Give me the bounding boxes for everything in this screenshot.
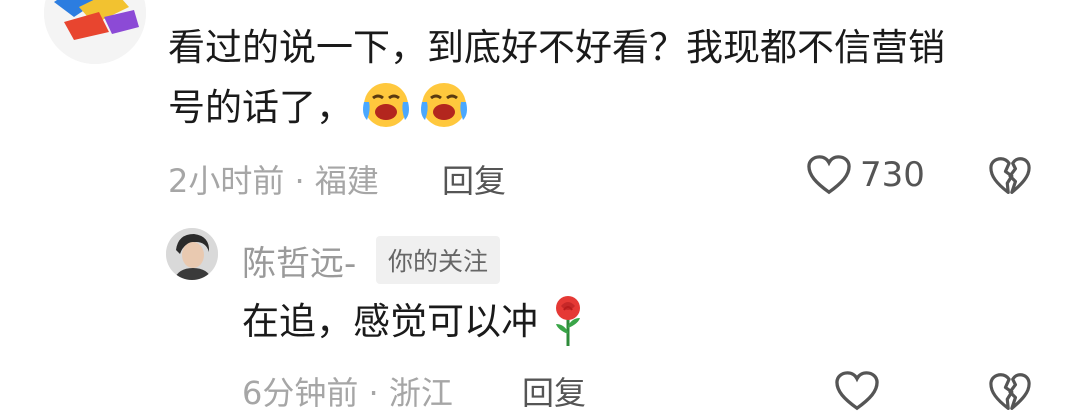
reply-to-reply-button[interactable]: 回复 [522, 368, 586, 414]
reply-time: 6分钟前 [242, 374, 359, 412]
comment-time: 2小时前 [168, 162, 285, 200]
meta-separator: · [358, 374, 389, 412]
comment-text: 看过的说一下，到底好不好看？我现都不信营销 号的话了， [168, 18, 1048, 138]
reply-button[interactable]: 回复 [442, 156, 506, 202]
reply-text-content: 在追，感觉可以冲 [242, 300, 538, 343]
heart-icon [806, 154, 852, 196]
rose-emoji-icon [548, 294, 588, 348]
commenter-avatar[interactable] [44, 0, 146, 64]
laughing-crying-emoji-icon [361, 80, 411, 130]
like-button[interactable]: 730 [806, 154, 925, 196]
following-badge: 你的关注 [376, 236, 501, 284]
reply-location: 浙江 [388, 374, 453, 412]
comment-location: 福建 [314, 162, 379, 200]
laughing-crying-emoji-icon [419, 80, 469, 130]
reply-author-name[interactable]: 陈哲远- [242, 236, 356, 285]
reply-author-avatar[interactable] [166, 228, 218, 280]
like-count: 730 [860, 155, 925, 195]
dislike-broken-heart-icon[interactable] [988, 156, 1032, 196]
reply-heart-icon[interactable] [834, 370, 880, 412]
reply-meta: 6分钟前 · 浙江 [242, 368, 453, 414]
comment-meta: 2小时前 · 福建 [168, 156, 379, 202]
comment-text-line1: 看过的说一下，到底好不好看？我现都不信营销 [168, 26, 945, 69]
reply-dislike-broken-heart-icon[interactable] [988, 372, 1032, 412]
meta-separator: · [284, 162, 315, 200]
reply-text: 在追，感觉可以冲 [242, 292, 588, 352]
comment-text-line2: 号的话了， [168, 78, 1048, 138]
comment-text-line2-text: 号的话了， [168, 86, 353, 129]
